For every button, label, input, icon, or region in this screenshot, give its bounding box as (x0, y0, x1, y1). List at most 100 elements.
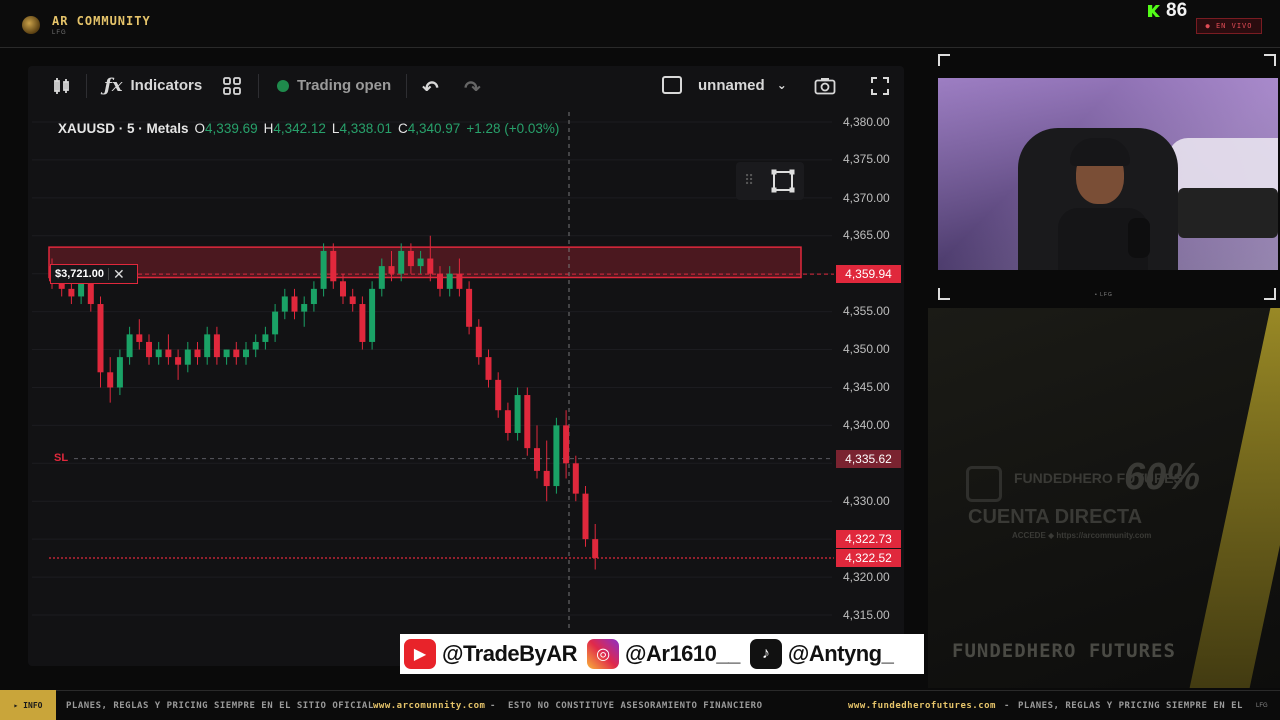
sponsor-faint-percent: 60% (1124, 456, 1201, 498)
candle-body (97, 304, 104, 373)
candle-body (514, 395, 521, 433)
candle-body (417, 258, 424, 267)
candle-body (563, 425, 570, 464)
candle-body (165, 349, 172, 358)
candle-body (388, 266, 395, 274)
sponsor-faint-line: CUENTA DIRECTA (968, 506, 1143, 528)
candle-body (582, 493, 589, 540)
candle-body (572, 463, 579, 494)
price-tick: 4,375.00 (843, 152, 890, 166)
alert-value: $3,721.00 (51, 268, 109, 280)
price-tick: 4,365.00 (843, 228, 890, 242)
candle-body (485, 357, 492, 380)
zone-price-tag: 4,359.94 (836, 265, 901, 283)
youtube-icon: ▶ (404, 639, 436, 669)
price-alert[interactable]: $3,721.00 ✕ (50, 264, 138, 284)
sl-price-tag: 4,335.62 (836, 450, 901, 468)
candle-body (184, 349, 191, 365)
price-tick: 4,370.00 (843, 191, 890, 205)
candle-body (495, 379, 502, 411)
candle-body (310, 288, 317, 305)
candle-body (466, 288, 473, 327)
candle-body (301, 304, 308, 312)
candle-body (427, 258, 434, 274)
candle-body (146, 341, 152, 358)
candle-body (543, 470, 550, 487)
price-tick: 4,380.00 (843, 115, 890, 129)
ticker-text: PLANES, REGLAS Y PRICING SIEMPRE EN EL S… (1018, 701, 1246, 711)
candle-body (524, 395, 531, 449)
candle-body (126, 334, 133, 358)
close-icon[interactable]: ✕ (109, 266, 125, 283)
candle-body (204, 334, 211, 358)
candle-body (155, 349, 162, 358)
sponsor-title: FUNDEDHERO FUTURES (952, 640, 1176, 662)
candle-body (378, 266, 385, 289)
candle-body (272, 311, 279, 335)
candle-body (223, 349, 230, 358)
streamer-cap (1070, 138, 1130, 166)
candle-body (553, 425, 560, 487)
candle-body (359, 304, 366, 342)
webcam-caption: • LFG (1095, 292, 1113, 298)
candle-body (281, 296, 288, 312)
frame-corner (1264, 288, 1276, 300)
tiktok-handle: @Antyng_ (787, 641, 894, 666)
candle-body (175, 357, 182, 365)
frame-corner (938, 54, 950, 66)
frame-corner (938, 288, 950, 300)
ticker-link: www.fundedherofutures.com (848, 701, 996, 711)
webcam-feed (938, 78, 1278, 270)
ticker-lfg: LFG (1256, 703, 1268, 709)
candle-body (107, 372, 114, 388)
shield-icon (966, 466, 1002, 502)
price-tick: 4,320.00 (843, 570, 890, 584)
tiktok-icon: ♪ (749, 639, 782, 669)
candle-body (330, 250, 337, 282)
sponsor-faint-small: ACCEDE ◆ https://arcommunity.com (1012, 531, 1152, 540)
candle-body (136, 334, 143, 342)
candle-body (233, 349, 240, 358)
instagram-handle: @Ar1610__ (625, 641, 740, 666)
drag-handle-icon[interactable]: ⠿ (744, 172, 754, 189)
candle-body (437, 273, 443, 289)
candle-body (475, 326, 482, 358)
candle-body (398, 250, 405, 274)
ticker-separator: - (490, 701, 496, 711)
candle-body (504, 410, 511, 433)
info-badge: ▸ INFO (0, 690, 56, 720)
candle-body (446, 273, 453, 289)
candle-body (243, 349, 249, 358)
candle-body (213, 334, 220, 358)
ticker-text: PLANES, REGLAS Y PRICING SIEMPRE EN EL S… (66, 701, 374, 711)
stop-loss-label[interactable]: SL (54, 452, 68, 464)
youtube-handle: @TradeByAR (442, 641, 578, 666)
candle-body (349, 296, 356, 305)
ticker-link: www.arcomunnity.com (373, 701, 486, 711)
candle-body (369, 288, 376, 342)
candle-body (320, 250, 327, 289)
supply-zone (48, 246, 802, 279)
candle-body (291, 296, 298, 312)
frame-corner (1264, 54, 1276, 66)
ticker-text: ESTO NO CONSTITUYE ASESORAMIENTO FINANCI… (508, 701, 763, 711)
candle-body (262, 334, 269, 342)
price-tick: 4,340.00 (843, 418, 890, 432)
last-price-tag: 4,322.52 (836, 549, 901, 567)
social-handles-bar: ▶ @TradeByAR ◎ @Ar1610__ ♪ @Antyng_ (400, 634, 924, 674)
price-tick: 4,350.00 (843, 342, 890, 356)
price-tick: 4,345.00 (843, 380, 890, 394)
candle-body (407, 250, 414, 267)
drawing-toolbar[interactable]: ⠿ (736, 162, 804, 200)
candle-body (592, 539, 599, 558)
last-price-tag: 4,322.73 (836, 530, 901, 548)
price-tick: 4,330.00 (843, 494, 890, 508)
webcam-blanket (1178, 188, 1278, 238)
candle-body (194, 349, 201, 358)
candle-body (340, 281, 346, 297)
price-tick: 4,315.00 (843, 608, 890, 622)
candle-body (534, 448, 540, 471)
candle-body (68, 288, 75, 297)
microphone-icon (1128, 218, 1150, 258)
rectangle-tool-icon[interactable] (770, 168, 796, 194)
